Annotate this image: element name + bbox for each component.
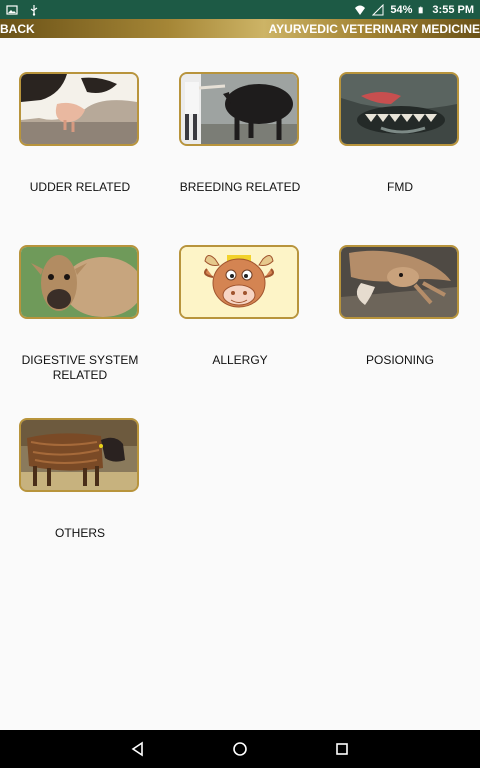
- page-title: AYURVEDIC VETERINARY MEDICINE: [268, 21, 480, 36]
- sick-cow-photo[interactable]: [19, 418, 139, 492]
- usb-icon: [30, 4, 38, 16]
- cow-face-photo[interactable]: [19, 245, 139, 319]
- category-label: BREEDING RELATED: [179, 180, 301, 194]
- system-nav-bar: [0, 730, 480, 768]
- clock: 3:55 PM: [432, 3, 474, 16]
- cartoon-cow-icon[interactable]: [179, 245, 299, 319]
- back-triangle-icon[interactable]: [129, 740, 147, 758]
- category-label: POSIONING: [365, 353, 434, 367]
- signal-icon: [372, 3, 384, 15]
- image-icon: [6, 4, 18, 15]
- home-circle-icon[interactable]: [231, 740, 249, 758]
- battery-icon: [419, 6, 424, 13]
- status-bar: 54% 3:55 PM: [0, 0, 480, 19]
- breeding-cow-photo[interactable]: [179, 72, 299, 146]
- battery-percent: 54%: [390, 3, 413, 16]
- category-grid: UDDER RELATED BREEDING RELATED FMD DIGES…: [0, 38, 480, 730]
- category-label: FMD: [387, 180, 413, 194]
- wifi-icon: [355, 5, 366, 15]
- lying-cow-photo[interactable]: [339, 245, 459, 319]
- back-button[interactable]: BACK: [0, 22, 35, 36]
- app-bar: BACK AYURVEDIC VETERINARY MEDICINE: [0, 19, 480, 38]
- cow-udder-photo[interactable]: [19, 72, 139, 146]
- category-label: ALLERGY: [212, 353, 268, 367]
- recents-square-icon[interactable]: [333, 740, 351, 758]
- category-label: UDDER RELATED: [29, 180, 131, 194]
- category-label: DIGESTIVE SYSTEM RELATED: [21, 353, 139, 382]
- category-label: OTHERS: [54, 526, 105, 540]
- cow-mouth-lesion-photo[interactable]: [339, 72, 459, 146]
